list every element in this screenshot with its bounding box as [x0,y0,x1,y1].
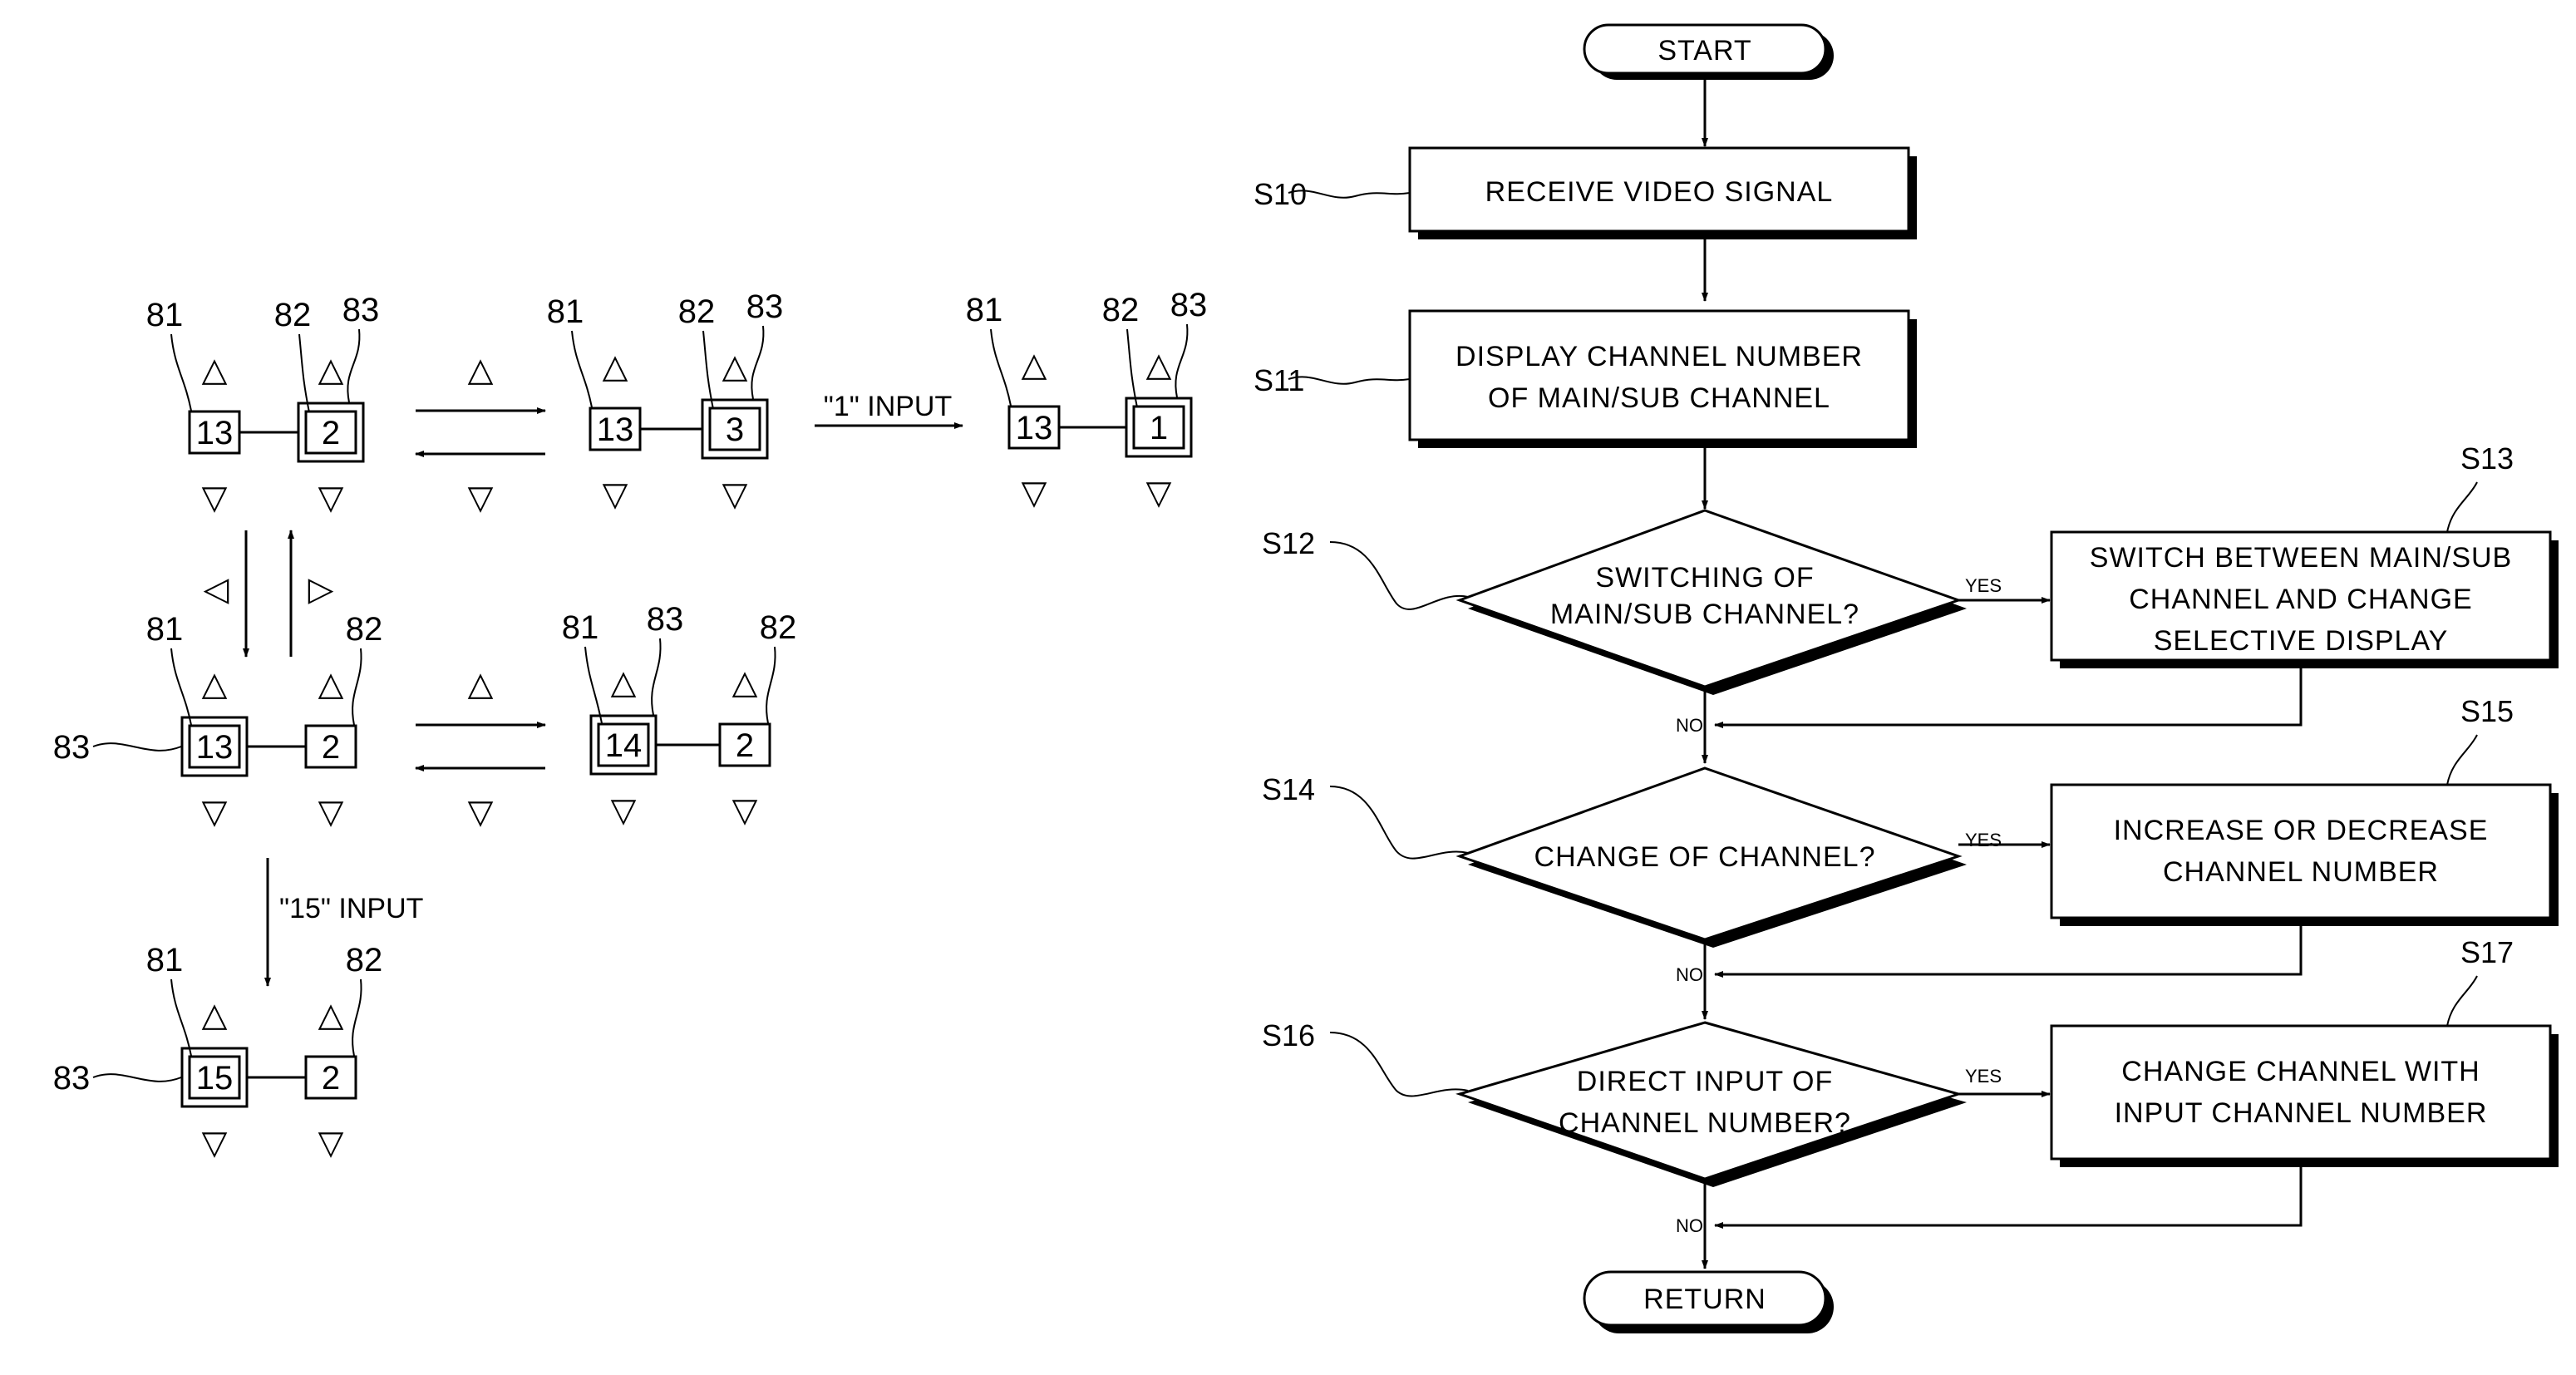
step-s15-text-2: CHANNEL NUMBER [2163,856,2439,888]
flow-arrow [1714,1159,2303,1229]
leader-line [1329,786,1469,860]
leader-line [2446,481,2478,533]
step-s16-id: S16 [1262,1018,1315,1052]
leader-line [1329,1032,1469,1097]
leader-line [2446,734,2478,786]
return-label: RETURN [1643,1284,1766,1315]
step-s13-text-2: CHANNEL AND CHANGE [2129,584,2472,615]
no-label-s16: NO [1676,1215,1703,1236]
no-label-s12: NO [1676,715,1703,736]
no-label-s14: NO [1676,964,1703,985]
return-terminal: RETURN [1583,1270,1834,1333]
step-s17-text-2: INPUT CHANNEL NUMBER [2115,1097,2488,1129]
step-s16-text-1: DIRECT INPUT OF [1577,1066,1833,1097]
step-s14: CHANGE OF CHANNEL? S14 YES [1262,766,2051,948]
step-s16: DIRECT INPUT OF CHANNEL NUMBER? S16 YES [1262,1018,2051,1187]
step-s13-id: S13 [2460,441,2514,476]
step-s13-process: SWITCH BETWEEN MAIN/SUB CHANNEL AND CHAN… [1714,441,2559,728]
leader-line [2446,975,2478,1027]
step-s14-id: S14 [1262,772,1315,806]
yes-label: YES [1965,1066,2002,1087]
step-s13-text-3: SELECTIVE DISPLAY [2154,625,2449,657]
step-s14-text: CHANGE OF CHANNEL? [1534,841,1876,873]
step-s15-id: S15 [2460,694,2514,728]
step-s13-text-1: SWITCH BETWEEN MAIN/SUB [2090,542,2512,574]
step-s16-text-2: CHANNEL NUMBER? [1559,1107,1851,1139]
step-s17-id: S17 [2460,935,2514,969]
step-s17-text-1: CHANGE CHANNEL WITH [2121,1056,2480,1087]
flowchart-lower: SWITCH BETWEEN MAIN/SUB CHANNEL AND CHAN… [1262,441,2559,1333]
yes-label: YES [1965,830,2002,850]
flow-arrow [1714,918,2303,978]
step-s15-text-1: INCREASE OR DECREASE [2114,815,2489,846]
